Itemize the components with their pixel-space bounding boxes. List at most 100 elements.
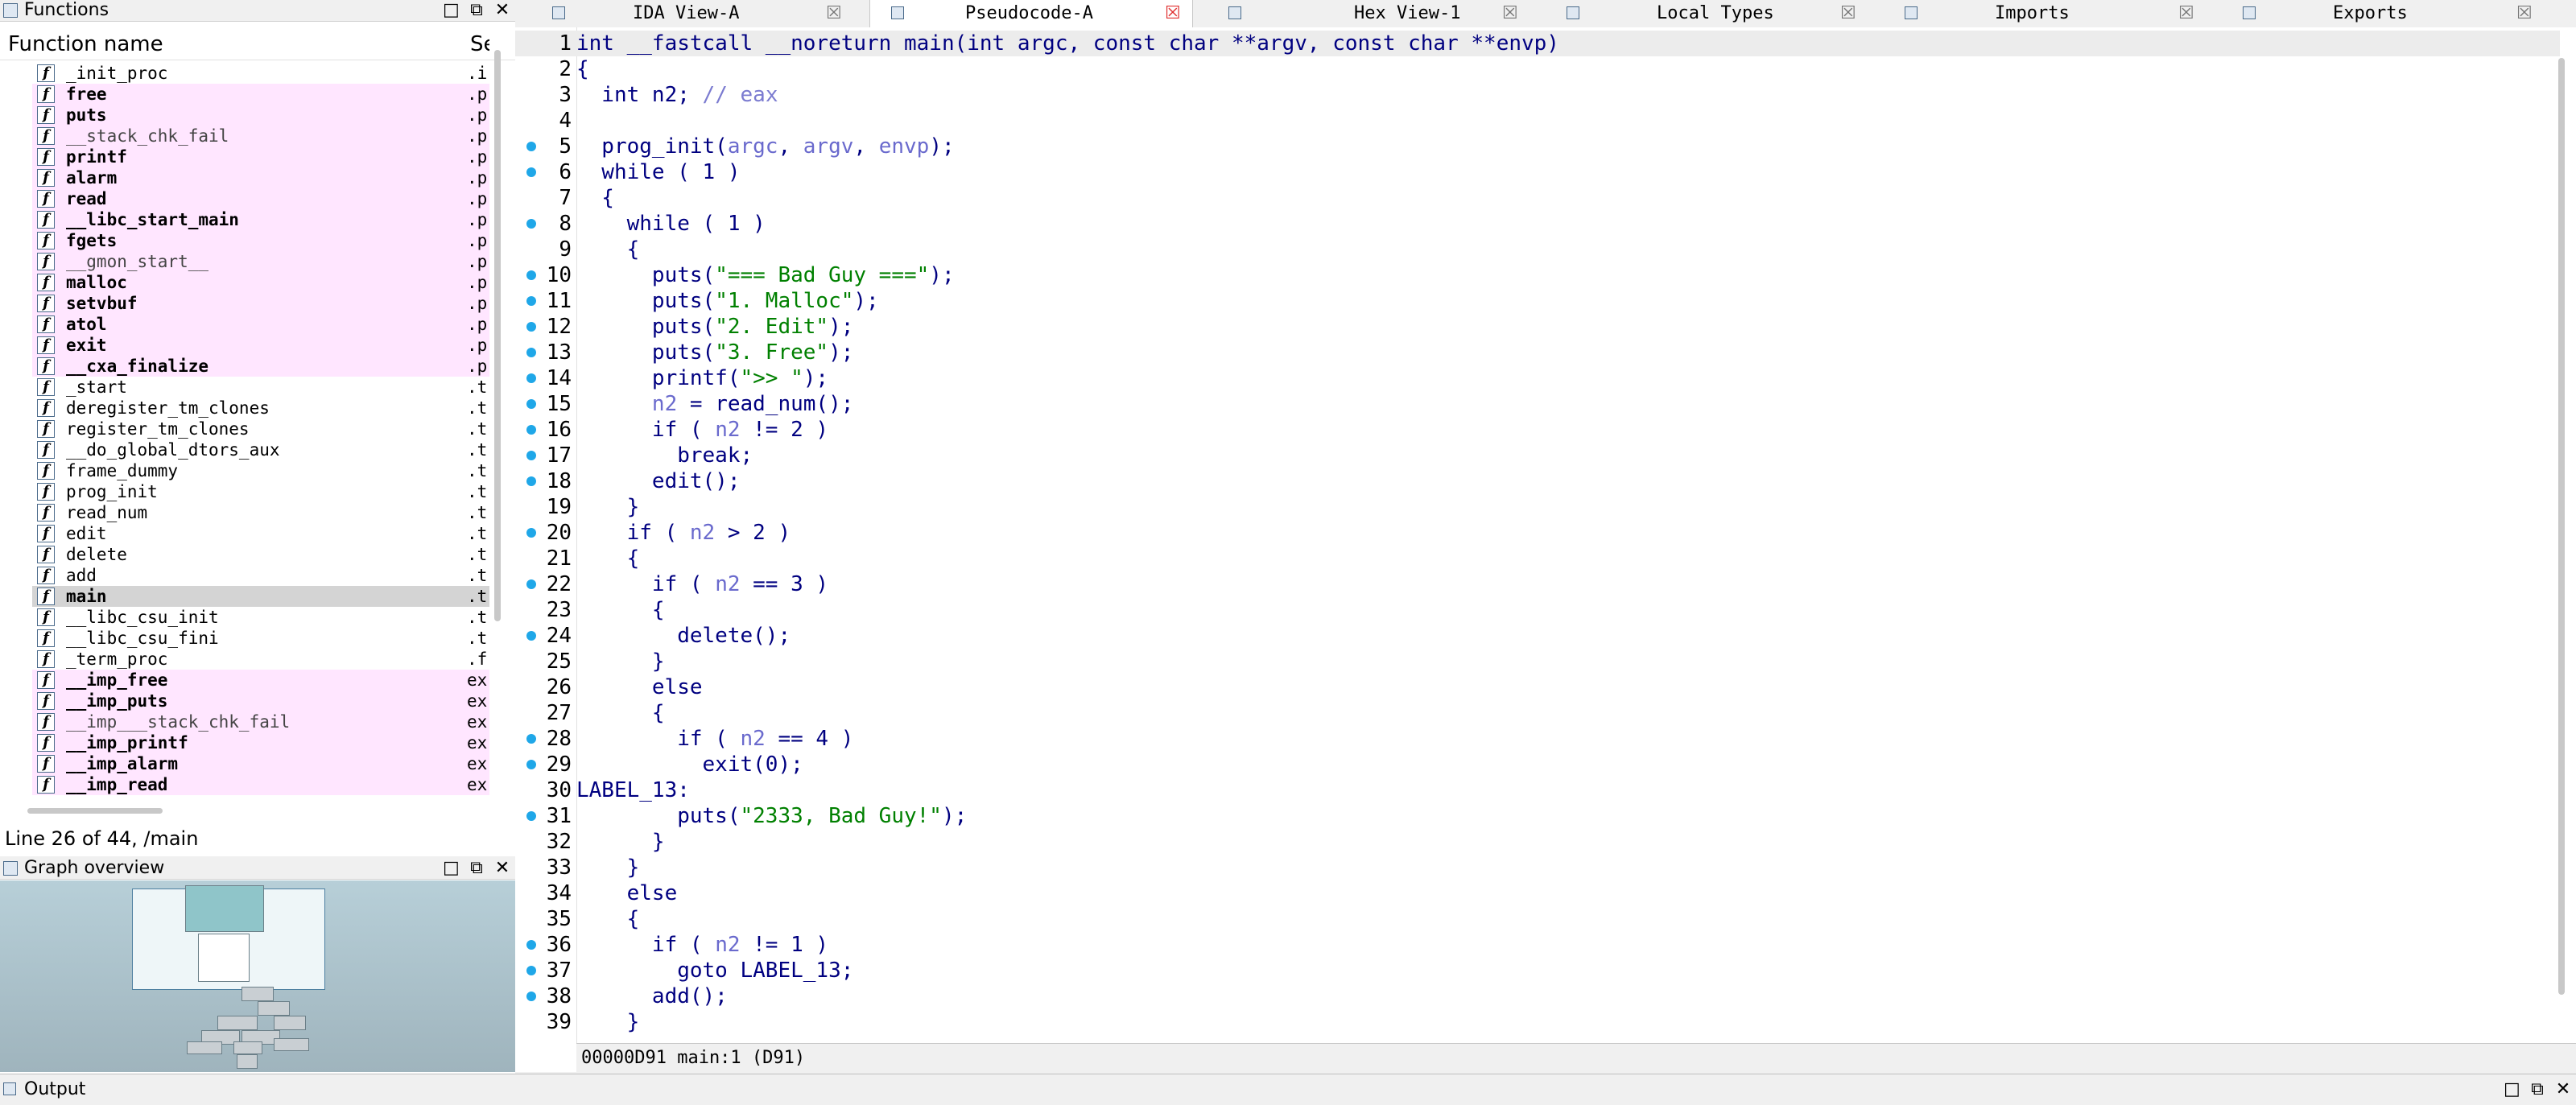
breakpoint-dot-icon[interactable]: [526, 425, 536, 435]
function-row[interactable]: f __stack_chk_fail .p: [32, 126, 489, 146]
function-row[interactable]: f exit .p: [32, 335, 489, 356]
function-row[interactable]: f __imp_read ex: [32, 774, 489, 795]
functions-horizontal-scrollbar[interactable]: [27, 808, 163, 814]
function-row[interactable]: f puts .p: [32, 105, 489, 126]
function-row[interactable]: f add .t: [32, 565, 489, 586]
function-row[interactable]: f __imp_printf ex: [32, 732, 489, 753]
tab-close-icon[interactable]: ☒: [1840, 0, 1856, 27]
breakpoint-dot-icon[interactable]: [526, 992, 536, 1001]
tab-close-icon[interactable]: ☒: [1502, 0, 1518, 27]
code-line[interactable]: 20 if ( n2 > 2 ): [515, 520, 2560, 546]
function-row[interactable]: f alarm .p: [32, 167, 489, 188]
tab-close-icon[interactable]: ☒: [2516, 0, 2533, 27]
code-line[interactable]: 6 while ( 1 ): [515, 159, 2560, 185]
output-panel[interactable]: Output □ ⧉ ✕: [0, 1074, 2576, 1105]
close-icon[interactable]: ✕: [2555, 1079, 2571, 1100]
function-row[interactable]: f _init_proc .i: [32, 63, 489, 84]
function-row[interactable]: f prog_init .t: [32, 481, 489, 502]
function-row[interactable]: f free .p: [32, 84, 489, 105]
tab-pseudocode-a[interactable]: Pseudocode-A ☒: [869, 0, 1193, 27]
tab-ida-view-a[interactable]: IDA View-A ☒: [531, 0, 853, 27]
maximize-icon[interactable]: □: [443, 858, 460, 879]
close-icon[interactable]: ✕: [494, 858, 510, 879]
code-line[interactable]: 21 {: [515, 546, 2560, 571]
tab-imports[interactable]: Imports ☒: [1884, 0, 2206, 27]
code-line[interactable]: 11 puts("1. Malloc");: [515, 288, 2560, 314]
function-row[interactable]: f read .p: [32, 188, 489, 209]
tab-close-icon[interactable]: ☒: [1165, 0, 1181, 27]
code-line[interactable]: 19 }: [515, 494, 2560, 520]
maximize-icon[interactable]: □: [443, 0, 460, 21]
tab-close-icon[interactable]: ☒: [826, 0, 842, 27]
code-line[interactable]: 3 int n2; // eax: [515, 82, 2560, 108]
functions-title-bar[interactable]: Functions □ ⧉ ✕: [0, 0, 515, 22]
code-line[interactable]: 26 else: [515, 674, 2560, 700]
code-line[interactable]: 15 n2 = read_num();: [515, 391, 2560, 417]
code-line[interactable]: 17 break;: [515, 443, 2560, 468]
code-line[interactable]: 23 {: [515, 597, 2560, 623]
close-icon[interactable]: ✕: [494, 0, 510, 21]
function-row[interactable]: f __imp_puts ex: [32, 691, 489, 711]
code-line[interactable]: 37 goto LABEL_13;: [515, 958, 2560, 983]
breakpoint-dot-icon[interactable]: [526, 219, 536, 229]
function-row[interactable]: f deregister_tm_clones .t: [32, 398, 489, 418]
function-row[interactable]: f __imp_free ex: [32, 670, 489, 691]
breakpoint-dot-icon[interactable]: [526, 631, 536, 641]
code-line[interactable]: 5 prog_init(argc, argv, envp);: [515, 134, 2560, 159]
restore-icon[interactable]: ⧉: [469, 858, 485, 879]
function-row[interactable]: f printf .p: [32, 146, 489, 167]
code-line[interactable]: 13 puts("3. Free");: [515, 340, 2560, 365]
code-line[interactable]: 18 edit();: [515, 468, 2560, 494]
code-line[interactable]: 22 if ( n2 == 3 ): [515, 571, 2560, 597]
function-row[interactable]: f __do_global_dtors_aux .t: [32, 439, 489, 460]
breakpoint-dot-icon[interactable]: [526, 734, 536, 744]
function-row[interactable]: f atol .p: [32, 314, 489, 335]
function-row[interactable]: f frame_dummy .t: [32, 460, 489, 481]
breakpoint-dot-icon[interactable]: [526, 373, 536, 383]
code-line[interactable]: 16 if ( n2 != 2 ): [515, 417, 2560, 443]
code-line[interactable]: 24 delete();: [515, 623, 2560, 649]
breakpoint-dot-icon[interactable]: [526, 811, 536, 821]
code-line[interactable]: 28 if ( n2 == 4 ): [515, 726, 2560, 752]
pseudocode-vertical-scrollbar[interactable]: [2558, 58, 2565, 995]
function-row[interactable]: f fgets .p: [32, 230, 489, 251]
code-line[interactable]: 35 {: [515, 906, 2560, 932]
tab-local-types[interactable]: Local Types ☒: [1546, 0, 1868, 27]
function-row[interactable]: f main .t: [32, 586, 489, 607]
code-line[interactable]: 7 {: [515, 185, 2560, 211]
pseudocode-view[interactable]: 1 int __fastcall __noreturn main(int argc…: [515, 27, 2576, 1073]
breakpoint-dot-icon[interactable]: [526, 296, 536, 306]
code-line[interactable]: 33 }: [515, 855, 2560, 880]
code-line[interactable]: 4: [515, 108, 2560, 134]
function-row[interactable]: f register_tm_clones .t: [32, 418, 489, 439]
function-row[interactable]: f _start .t: [32, 377, 489, 398]
code-line[interactable]: 12 puts("2. Edit");: [515, 314, 2560, 340]
function-row[interactable]: f read_num .t: [32, 502, 489, 523]
code-line[interactable]: 38 add();: [515, 983, 2560, 1009]
breakpoint-dot-icon[interactable]: [526, 451, 536, 460]
code-line[interactable]: 32 }: [515, 829, 2560, 855]
code-line[interactable]: 30 LABEL_13:: [515, 777, 2560, 803]
breakpoint-dot-icon[interactable]: [526, 270, 536, 280]
code-line[interactable]: 39 }: [515, 1009, 2560, 1035]
code-line[interactable]: 14 printf(">> ");: [515, 365, 2560, 391]
column-segment[interactable]: Se: [470, 32, 489, 56]
graph-overview-title-bar[interactable]: Graph overview □ ⧉ ✕: [0, 858, 515, 880]
breakpoint-dot-icon[interactable]: [526, 940, 536, 950]
functions-vertical-scrollbar[interactable]: [494, 50, 501, 621]
code-line[interactable]: 2{: [515, 56, 2560, 82]
code-line[interactable]: 29 exit(0);: [515, 752, 2560, 777]
code-line[interactable]: 36 if ( n2 != 1 ): [515, 932, 2560, 958]
function-row[interactable]: f __libc_csu_init .t: [32, 607, 489, 628]
function-row[interactable]: f edit .t: [32, 523, 489, 544]
breakpoint-dot-icon[interactable]: [526, 528, 536, 538]
breakpoint-dot-icon[interactable]: [526, 399, 536, 409]
code-line[interactable]: 31 puts("2333, Bad Guy!");: [515, 803, 2560, 829]
tab-close-icon[interactable]: ☒: [2178, 0, 2194, 27]
restore-icon[interactable]: ⧉: [469, 0, 485, 21]
function-row[interactable]: f __gmon_start__ .p: [32, 251, 489, 272]
breakpoint-dot-icon[interactable]: [526, 476, 536, 486]
code-line[interactable]: 9 {: [515, 237, 2560, 262]
function-row[interactable]: f _term_proc .f: [32, 649, 489, 670]
code-line[interactable]: 8 while ( 1 ): [515, 211, 2560, 237]
